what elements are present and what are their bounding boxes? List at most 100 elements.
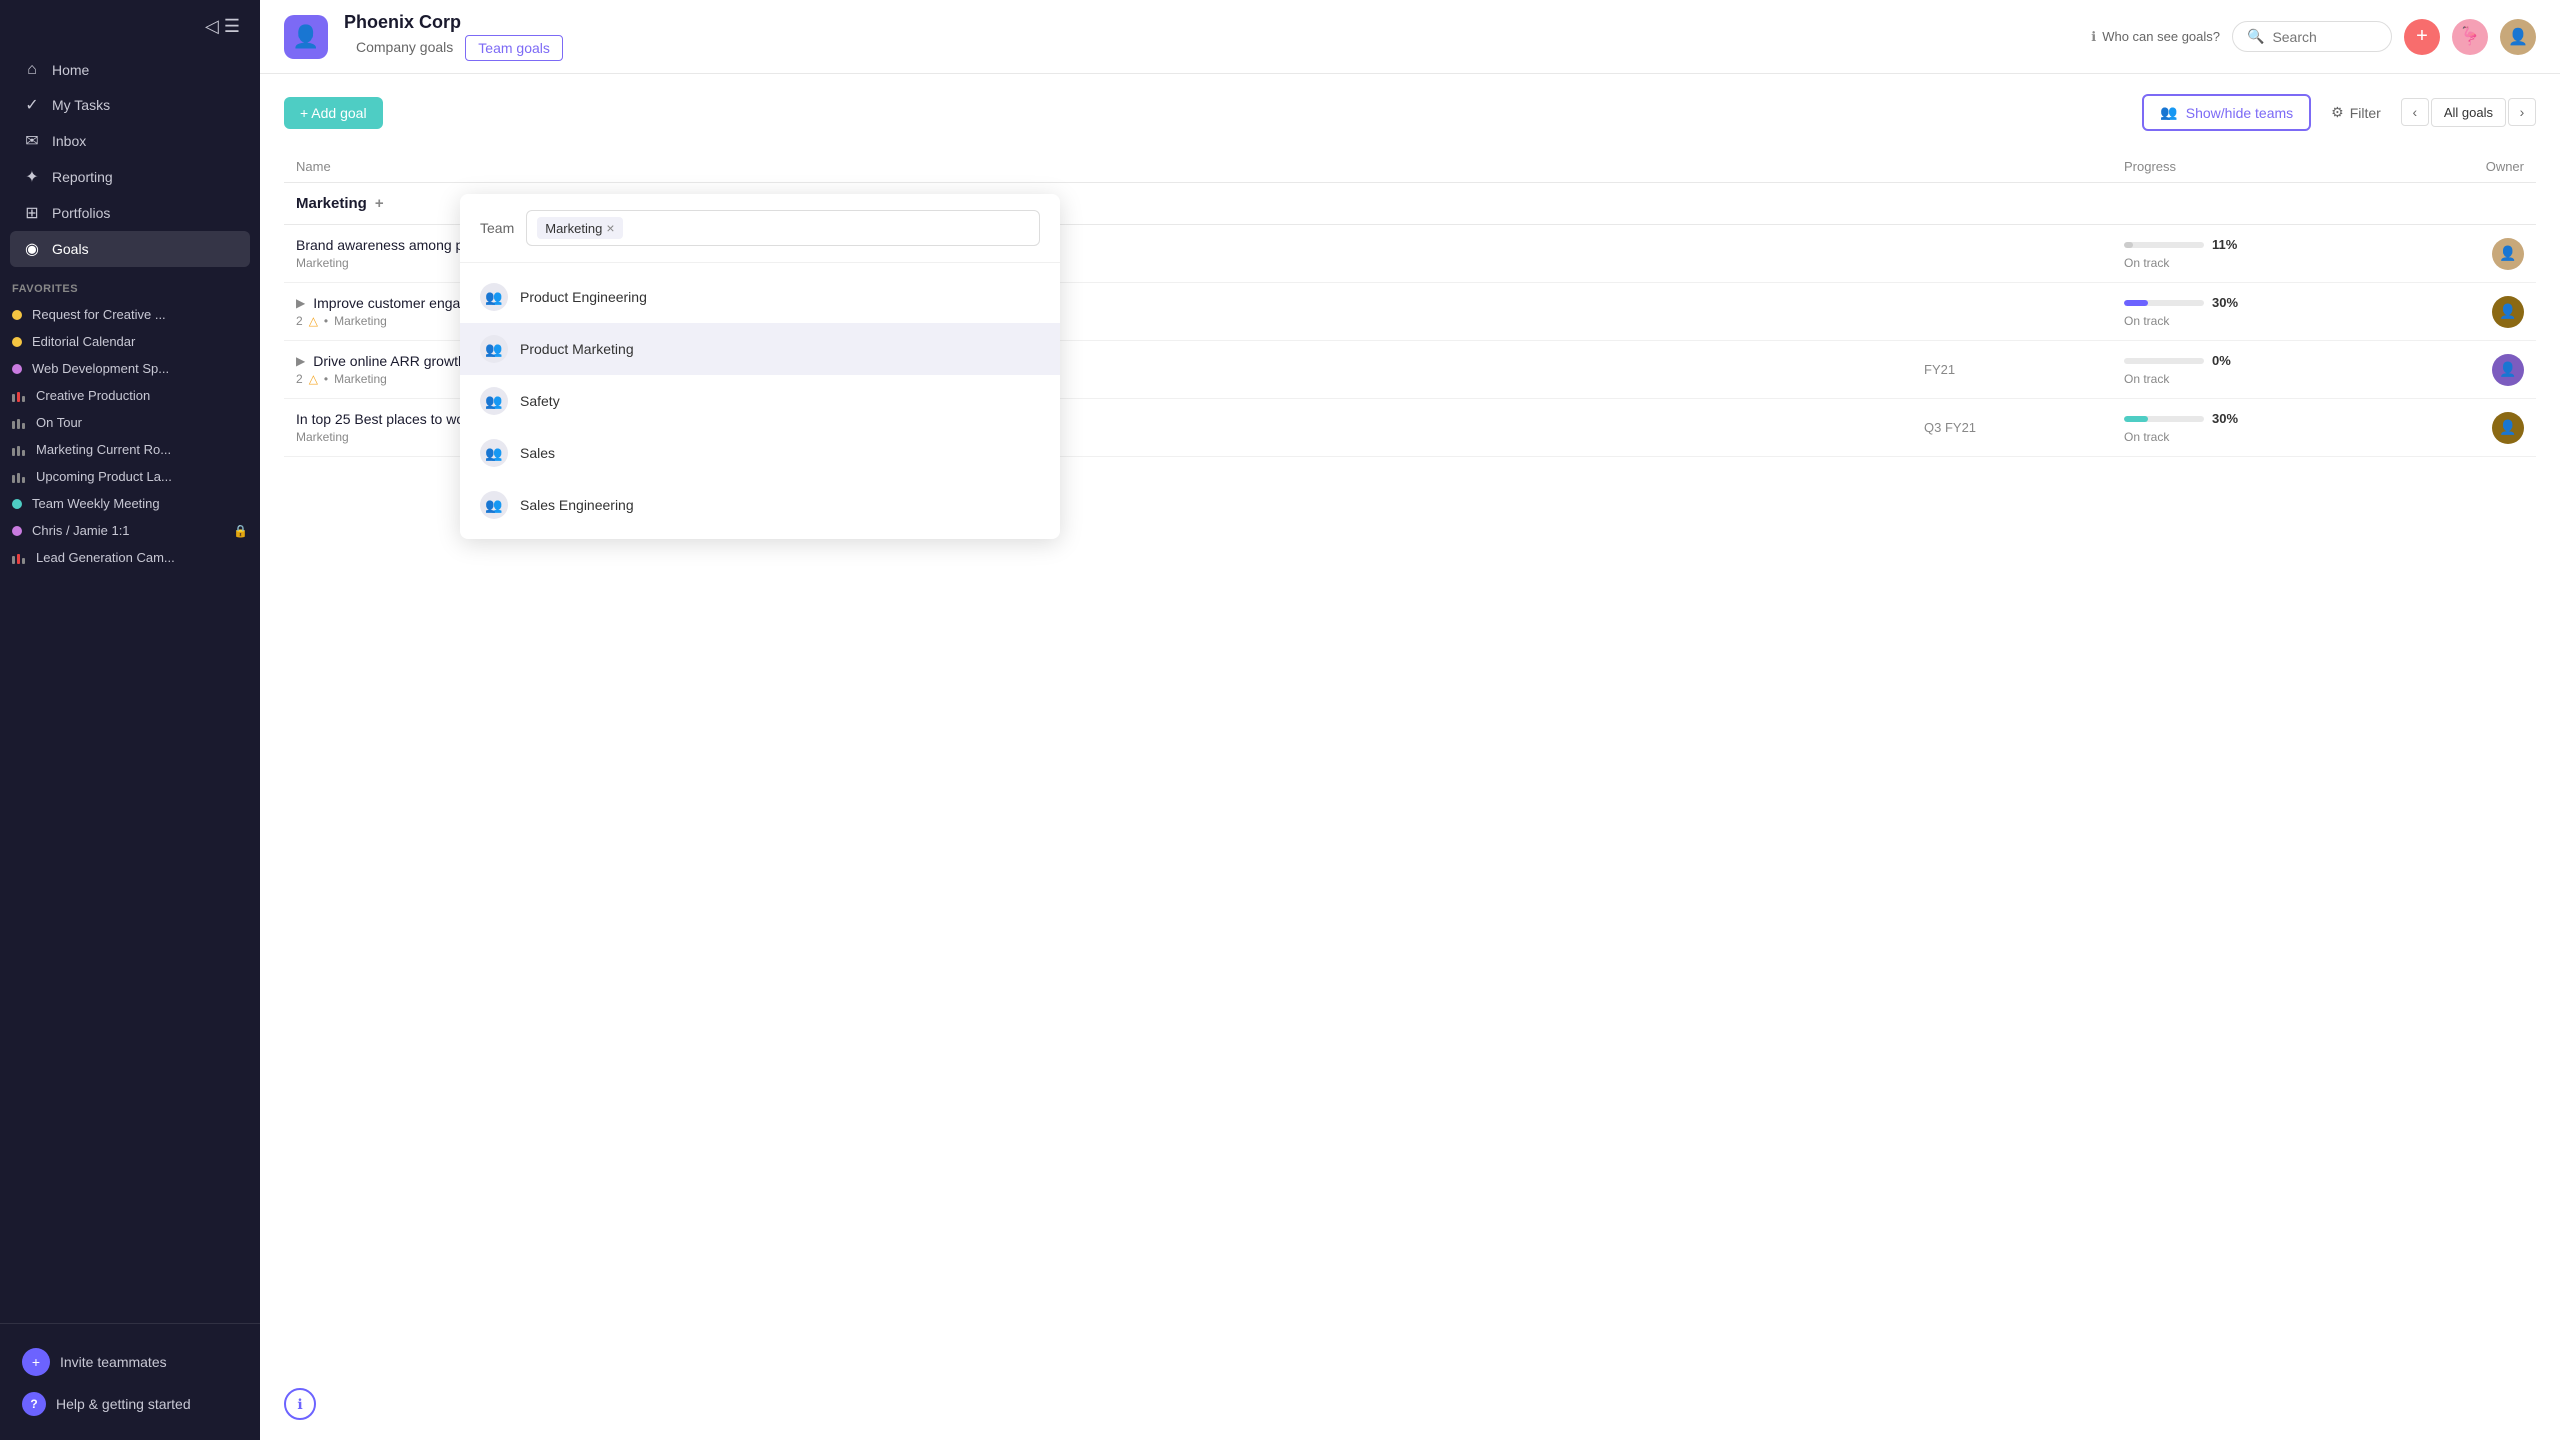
filter-button[interactable]: ⚙ Filter [2319, 96, 2393, 129]
home-icon: ⌂ [22, 61, 42, 79]
favorites-item-label: Creative Production [36, 388, 150, 403]
dot-icon [12, 499, 22, 509]
owner-avatar: 👤 [2492, 238, 2524, 270]
who-can-see-label: Who can see goals? [2102, 29, 2220, 44]
search-box[interactable]: 🔍 [2232, 21, 2392, 52]
content-area: + Add goal 👥 Show/hide teams ⚙ Filter ‹ … [260, 74, 2560, 1440]
progress-status: On track [2124, 430, 2324, 444]
filter-label: Filter [2350, 105, 2381, 121]
sidebar-item-web-development[interactable]: Web Development Sp... [0, 355, 260, 382]
team-icon: 👥 [480, 387, 508, 415]
sidebar-item-label: Inbox [52, 133, 86, 149]
sidebar-item-marketing-current[interactable]: Marketing Current Ro... [0, 436, 260, 463]
portfolios-icon: ⊞ [22, 203, 42, 223]
all-goals-label: All goals [2444, 105, 2493, 120]
progress-fill [2124, 300, 2148, 306]
sidebar-item-team-weekly[interactable]: Team Weekly Meeting [0, 490, 260, 517]
col-owner: Owner [2324, 159, 2524, 174]
tag-remove-button[interactable]: × [606, 220, 614, 236]
progress-status: On track [2124, 372, 2324, 386]
table-header: Name Progress Owner [284, 151, 2536, 183]
owner-cell: 👤 [2324, 412, 2524, 444]
sidebar-item-label: Portfolios [52, 205, 110, 221]
favorites-section-title: Favorites [0, 267, 260, 301]
user-avatar[interactable]: 👤 [2500, 19, 2536, 55]
goals-icon: ◉ [22, 239, 42, 259]
sidebar-item-chris-jamie[interactable]: Chris / Jamie 1:1 🔒 [0, 517, 260, 544]
progress-percent: 0% [2212, 353, 2231, 368]
sidebar-item-on-tour[interactable]: On Tour [0, 409, 260, 436]
info-button[interactable]: ℹ [284, 1388, 316, 1420]
favorites-item-label: Web Development Sp... [32, 361, 169, 376]
sidebar-item-upcoming-product[interactable]: Upcoming Product La... [0, 463, 260, 490]
dropdown-list: 👥 Product Engineering 👥 Product Marketin… [460, 263, 1060, 539]
dropdown-item-product-engineering[interactable]: 👥 Product Engineering [460, 271, 1060, 323]
team-dropdown-overlay: Team Marketing × 👥 Product Engineering 👥… [460, 194, 1060, 539]
favorites-item-label: Upcoming Product La... [36, 469, 172, 484]
sidebar-item-reporting[interactable]: ✦ Reporting [10, 159, 250, 195]
bar-chart-icon [12, 471, 26, 483]
toolbar-right: 👥 Show/hide teams ⚙ Filter ‹ All goals › [2142, 94, 2536, 131]
prev-arrow[interactable]: ‹ [2401, 98, 2429, 126]
sidebar-item-inbox[interactable]: ✉ Inbox [10, 123, 250, 159]
bar-chart-icon [12, 444, 26, 456]
separator: • [324, 372, 328, 386]
dropdown-item-safety[interactable]: 👥 Safety [460, 375, 1060, 427]
progress-fill [2124, 416, 2148, 422]
sidebar-toggle[interactable]: ◁ ☰ [0, 0, 260, 53]
sidebar-item-my-tasks[interactable]: ✓ My Tasks [10, 87, 250, 123]
favorites-item-label: Chris / Jamie 1:1 [32, 523, 130, 538]
tag-input-area[interactable]: Marketing × [526, 210, 1040, 246]
flamingo-icon: 🦩 [2459, 26, 2481, 47]
workspace-logo: 👤 [284, 15, 328, 59]
who-can-see-goals[interactable]: ℹ Who can see goals? [2091, 29, 2220, 45]
expand-icon[interactable]: ▶ [296, 354, 305, 368]
tab-team-goals[interactable]: Team goals [465, 35, 563, 61]
help-button[interactable]: ? Help & getting started [10, 1384, 250, 1424]
section-name: Marketing [296, 195, 367, 212]
next-arrow[interactable]: › [2508, 98, 2536, 126]
team-search-input[interactable] [629, 220, 810, 236]
reporting-icon: ✦ [22, 167, 42, 187]
progress-fill [2124, 242, 2133, 248]
add-goal-button[interactable]: + Add goal [284, 97, 383, 129]
favorites-item-label: On Tour [36, 415, 82, 430]
navigation-arrows: ‹ All goals › [2401, 98, 2536, 127]
inbox-icon: ✉ [22, 131, 42, 151]
sidebar-item-lead-generation[interactable]: Lead Generation Cam... [0, 544, 260, 571]
owner-avatar: 👤 [2492, 296, 2524, 328]
sidebar-item-request-creative[interactable]: Request for Creative ... [0, 301, 260, 328]
progress-status: On track [2124, 256, 2324, 270]
search-icon: 🔍 [2247, 28, 2264, 45]
notification-icon[interactable]: 🦩 [2452, 19, 2488, 55]
all-goals-button[interactable]: All goals [2431, 98, 2506, 127]
goal-team: Marketing [334, 314, 387, 328]
dropdown-item-product-marketing[interactable]: 👥 Product Marketing [460, 323, 1060, 375]
sidebar-item-portfolios[interactable]: ⊞ Portfolios [10, 195, 250, 231]
toggle-icon: ◁ ☰ [205, 16, 240, 37]
show-hide-teams-button[interactable]: 👥 Show/hide teams [2142, 94, 2311, 131]
help-icon: ? [22, 1392, 46, 1416]
section-add-icon[interactable]: + [375, 195, 384, 212]
team-icon: 👥 [480, 491, 508, 519]
goal-team: Marketing [334, 372, 387, 386]
sidebar-item-home[interactable]: ⌂ Home [10, 53, 250, 87]
team-icon: 👥 [480, 439, 508, 467]
search-input[interactable] [2272, 29, 2377, 45]
separator: • [324, 314, 328, 328]
expand-icon[interactable]: ▶ [296, 296, 305, 310]
add-button[interactable]: + [2404, 19, 2440, 55]
progress-bar [2124, 242, 2204, 248]
dropdown-item-sales-engineering[interactable]: 👥 Sales Engineering [460, 479, 1060, 531]
progress-bar-wrap: 0% [2124, 353, 2324, 368]
header-tabs: Company goals Team goals [344, 35, 563, 61]
dropdown-item-label: Safety [520, 393, 560, 409]
tab-company-goals[interactable]: Company goals [344, 35, 465, 61]
sidebar-item-creative-production[interactable]: Creative Production [0, 382, 260, 409]
dot-icon [12, 337, 22, 347]
dropdown-header: Team Marketing × [460, 194, 1060, 263]
sidebar-item-editorial-calendar[interactable]: Editorial Calendar [0, 328, 260, 355]
invite-teammates-button[interactable]: + Invite teammates [10, 1340, 250, 1384]
sidebar-item-goals[interactable]: ◉ Goals [10, 231, 250, 267]
dropdown-item-sales[interactable]: 👥 Sales [460, 427, 1060, 479]
